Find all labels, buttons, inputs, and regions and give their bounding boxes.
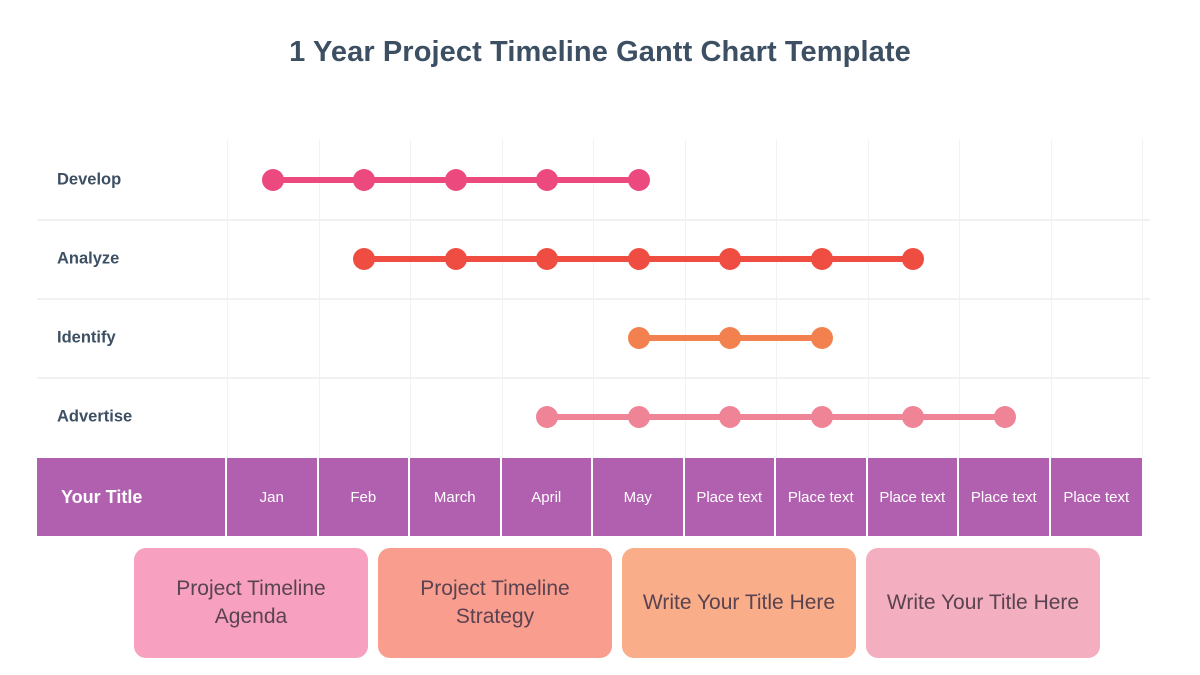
milestone-dot[interactable] [353,168,376,191]
milestone-dot[interactable] [536,247,559,270]
milestone-dot[interactable] [719,326,742,349]
month-header-cell-9[interactable]: Place text [1050,458,1142,536]
month-header-cell-7[interactable]: Place text [867,458,959,536]
month-header-cell-5[interactable]: Place text [684,458,776,536]
summary-card-3[interactable]: Write Your Title Here [866,548,1100,658]
gantt-task-row[interactable]: Analyze [37,219,1150,298]
milestone-dot[interactable] [993,405,1016,428]
milestone-dot[interactable] [261,168,284,191]
task-label-develop: Develop [57,170,122,188]
page-title: 1 Year Project Timeline Gantt Chart Temp… [289,36,911,68]
gantt-chart-area: Develop Analyze Identify Advertise [37,140,1150,458]
milestone-dot[interactable] [536,405,559,428]
summary-card-0[interactable]: Project Timeline Agenda [134,548,368,658]
month-header-title-cell[interactable]: Your Title [37,458,227,536]
milestone-dot[interactable] [627,326,650,349]
month-header-cell-6[interactable]: Place text [776,458,868,536]
month-header-row: Your Title Jan Feb March April May Place text P… [37,458,1150,536]
task-label-analyze: Analyze [57,249,120,267]
gantt-task-row[interactable]: Advertise [37,377,1150,456]
summary-cards: Project Timeline Agenda Project Timeline … [134,548,1100,658]
month-header-cell-4[interactable]: May [593,458,685,536]
milestone-dot[interactable] [902,247,925,270]
month-header-cell-1[interactable]: Feb [318,458,410,536]
gantt-task-row[interactable]: Develop [37,140,1150,219]
milestone-dot[interactable] [627,405,650,428]
milestone-dot[interactable] [719,405,742,428]
milestone-dot[interactable] [627,168,650,191]
milestone-dot[interactable] [810,405,833,428]
gantt-task-row[interactable]: Identify [37,298,1150,377]
month-header-cell-0[interactable]: Jan [227,458,319,536]
milestone-dot[interactable] [902,405,925,428]
summary-card-2[interactable]: Write Your Title Here [622,548,856,658]
task-label-identify: Identify [57,328,116,346]
milestone-dot[interactable] [536,168,559,191]
milestone-dot[interactable] [353,247,376,270]
milestone-dot[interactable] [444,247,467,270]
milestone-dot[interactable] [627,247,650,270]
task-label-advertise: Advertise [57,407,133,425]
milestone-dot[interactable] [719,247,742,270]
milestone-dot[interactable] [810,326,833,349]
milestone-dot[interactable] [444,168,467,191]
month-header-cell-2[interactable]: March [410,458,502,536]
month-header-cell-3[interactable]: April [501,458,593,536]
month-header-cell-8[interactable]: Place text [959,458,1051,536]
summary-card-1[interactable]: Project Timeline Strategy [378,548,612,658]
task-bar-advertise[interactable] [547,413,1005,420]
milestone-dot[interactable] [810,247,833,270]
